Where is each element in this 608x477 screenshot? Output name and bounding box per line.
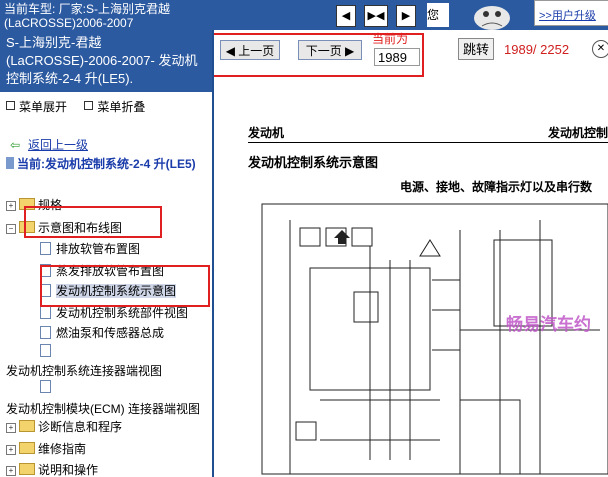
document-view: 发动机 发动机控制 发动机控制系统示意图 电源、接地、故障指示灯以及串行数 畅易… — [214, 82, 608, 477]
car-model-title: S-上海别克-君越(LaCROSSE)-2006-2007- 发动机控制系统-2… — [0, 30, 212, 92]
highlight-box-page-controls — [214, 33, 424, 77]
car-icon — [6, 157, 14, 169]
nav-back-button[interactable]: ◀ — [336, 5, 356, 27]
sidebar: S-上海别克-君越(LaCROSSE)-2006-2007- 发动机控制系统-2… — [0, 30, 214, 477]
user-upgrade-link[interactable]: >>用户升级 — [539, 7, 596, 23]
highlight-box-engine-control — [40, 265, 210, 307]
menu-collapse-icon — [84, 101, 94, 110]
menu-expand-icon — [6, 101, 15, 110]
tree-label: 发动机控制模块(ECM) 连接器端视图 — [6, 402, 200, 416]
doc-header-left: 发动机 — [248, 126, 285, 140]
nav-toggle-button[interactable]: ▶◀ — [364, 5, 388, 27]
folder-icon — [19, 420, 35, 432]
expand-plus-icon[interactable]: + — [6, 423, 16, 433]
doc-header-right: 发动机控制 — [548, 126, 608, 140]
up-arrow-icon — [334, 230, 350, 244]
tree-item-pai-fang[interactable]: 排放软管布置图 — [40, 240, 140, 257]
current-section: 当前:发动机控制系统-2-4 升(LE5) — [6, 155, 210, 174]
warning-triangle-icon — [419, 239, 441, 257]
tree-item-fuel-pump[interactable]: 燃油泵和传感器总成 — [40, 324, 164, 341]
menu-controls: 菜单展开 菜单折叠 — [6, 98, 159, 115]
menu-collapse-button[interactable]: 菜单折叠 — [97, 100, 145, 114]
tree-label: 维修指南 — [38, 442, 87, 456]
watermark-text: 畅易汽车约 — [506, 315, 591, 334]
page-count: 1989/ 2252 — [504, 42, 570, 57]
jump-button[interactable]: 跳转 — [458, 38, 494, 60]
highlight-box-diagrams — [24, 206, 162, 238]
tree-label: 燃油泵和传感器总成 — [56, 326, 165, 340]
tree-item-diag[interactable]: + 诊断信息和程序 — [6, 418, 122, 435]
tree-doc-spacer — [40, 344, 56, 358]
document-icon — [40, 242, 51, 255]
upgrade-box: >>用户升级 — [534, 0, 608, 26]
folder-icon — [19, 442, 35, 454]
tree-label: 说明和操作 — [38, 463, 99, 477]
mascot-icon — [474, 6, 510, 30]
top-title-bar: 当前车型: 厂家:S-上海别克君越 (LaCROSSE)2006-2007 ◀ … — [0, 0, 608, 30]
document-icon — [40, 344, 51, 357]
tree-item-repair[interactable]: + 维修指南 — [6, 440, 86, 457]
expand-plus-icon[interactable]: + — [6, 466, 16, 476]
main-panel: ◀ 上一页 下一页 ▶ 当前为 跳转 1989/ 2252 ✕ 发动机 发动机控… — [214, 30, 608, 477]
tree-label: 诊断信息和程序 — [38, 420, 123, 434]
tree-item-desc[interactable]: + 说明和操作 — [6, 461, 98, 477]
current-section-label: 当前:发动机控制系统-2-4 升(LE5) — [17, 157, 196, 171]
mascot-image — [452, 0, 532, 30]
doc-title: 发动机控制系统示意图 — [248, 155, 379, 170]
tree-label: 发动机控制系统部件视图 — [56, 306, 189, 320]
tree-doc-spacer — [40, 380, 56, 394]
doc-subtitle: 电源、接地、故障指示灯以及串行数 — [400, 180, 593, 194]
tree-label: 发动机控制系统连接器端视图 — [6, 364, 163, 378]
diagram-lines — [289, 220, 600, 475]
back-arrow-icon: ⇦ — [10, 138, 21, 152]
document-icon — [40, 326, 51, 339]
speaker-text: 您的 — [427, 3, 449, 27]
expand-plus-icon[interactable]: + — [6, 201, 16, 211]
diagram-border — [261, 203, 608, 475]
page-controls: ◀ 上一页 下一页 ▶ 当前为 跳转 1989/ 2252 ✕ — [214, 30, 608, 82]
document-icon — [40, 380, 51, 393]
tree-item-connector-view[interactable]: 发动机控制系统连接器端视图 — [6, 362, 162, 379]
header-rule — [248, 142, 608, 143]
tree-item-ecm-connector[interactable]: 发动机控制模块(ECM) 连接器端视图 — [6, 400, 200, 417]
document-icon — [40, 306, 51, 319]
collapse-minus-icon[interactable]: − — [6, 224, 16, 234]
back-up-link[interactable]: 返回上一级 — [28, 136, 88, 153]
expand-plus-icon[interactable]: + — [6, 445, 16, 455]
wiring-diagram — [261, 203, 608, 475]
close-icon[interactable]: ✕ — [592, 40, 608, 58]
folder-icon — [19, 463, 35, 475]
nav-forward-button[interactable]: ▶ — [396, 5, 416, 27]
tree-label: 排放软管布置图 — [56, 242, 141, 256]
menu-expand-button[interactable]: 菜单展开 — [19, 100, 67, 114]
current-model-label: 当前车型: 厂家:S-上海别克君越 (LaCROSSE)2006-2007 — [4, 2, 171, 30]
